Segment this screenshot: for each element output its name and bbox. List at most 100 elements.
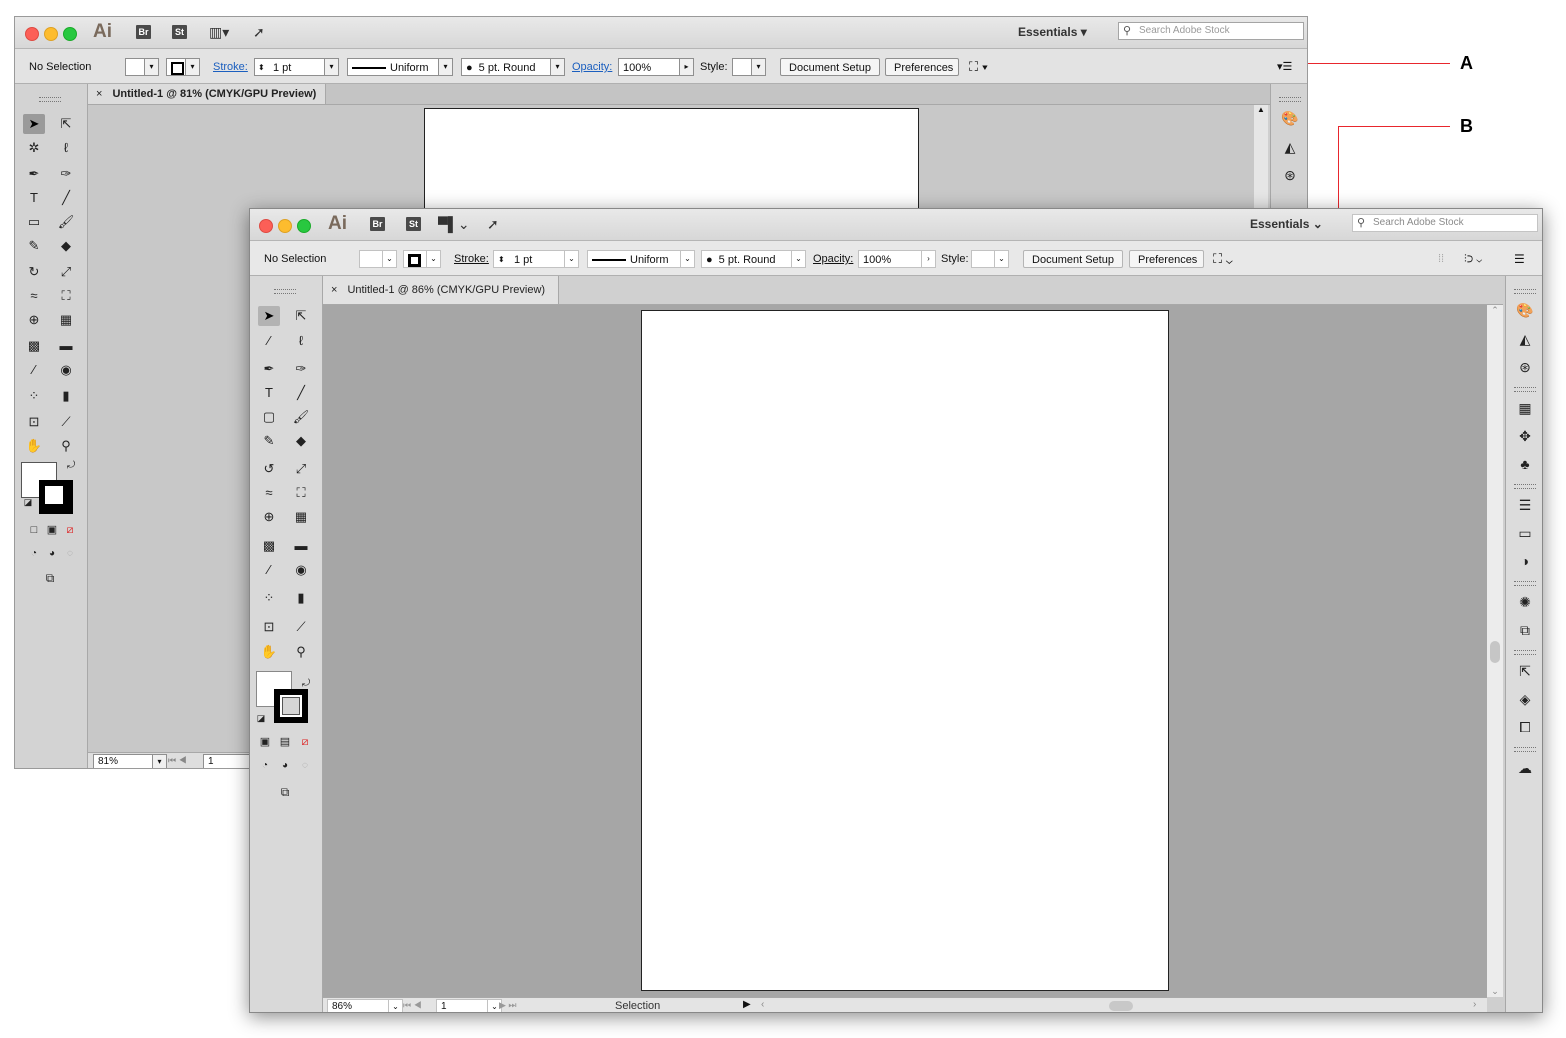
draw-inside-icon[interactable]: ◌ — [59, 544, 81, 564]
eraser-tool-icon[interactable]: ◆ — [290, 431, 312, 451]
blend-tool-icon[interactable]: ◉ — [290, 560, 312, 580]
gpu-performance-icon[interactable]: ➚ — [487, 216, 499, 233]
panel-menu-icon[interactable]: ☰ — [1514, 250, 1525, 268]
stroke-panel-icon[interactable]: ☰ — [1514, 494, 1536, 516]
fill-swatch[interactable]: ⌄ — [359, 250, 397, 268]
width-tool-icon[interactable]: ≈ — [23, 286, 45, 306]
bridge-button[interactable]: Br — [136, 25, 151, 39]
rotate-tool-icon[interactable]: ↺ — [258, 459, 280, 479]
opacity-panel-link[interactable]: Opacity: — [813, 250, 853, 268]
close-tab-icon[interactable]: × — [331, 284, 337, 296]
vertical-scrollbar[interactable]: ▲ — [1254, 105, 1268, 215]
graphic-styles-panel-icon[interactable]: ⧉ — [1514, 619, 1536, 641]
dock-grip-3[interactable] — [1514, 484, 1536, 489]
default-fill-stroke-icon[interactable]: ◪ — [250, 708, 272, 728]
shaper-tool-icon[interactable]: ✎ — [23, 236, 45, 256]
none-mode-icon[interactable]: ⧄ — [59, 520, 81, 540]
mesh-tool-icon[interactable]: ▩ — [23, 336, 45, 356]
brush-definition[interactable]: ● 5 pt. Round ⌄ — [701, 250, 806, 268]
shape-builder-tool-icon[interactable]: ⊕ — [23, 310, 45, 330]
rectangle-tool-icon[interactable]: ▭ — [23, 212, 45, 232]
artboard-tool-icon[interactable]: ⊡ — [23, 412, 45, 432]
gpu-performance-icon[interactable]: ➚ — [253, 24, 265, 41]
rectangle-tool-icon[interactable]: ▢ — [258, 407, 280, 427]
symbols-panel-icon[interactable]: ♣ — [1514, 453, 1536, 475]
graph-tool-icon[interactable]: ▮ — [55, 386, 77, 406]
transparency-panel-icon[interactable]: ◑ — [1514, 550, 1536, 572]
swap-fill-stroke-icon[interactable]: ⤾ — [60, 456, 82, 476]
scroll-right-icon[interactable]: › — [1473, 999, 1476, 1010]
artboard-tool-icon[interactable]: ⊡ — [258, 617, 280, 637]
minimize-window-button[interactable] — [44, 27, 58, 41]
swatches-panel-icon[interactable]: ▦ — [1514, 397, 1536, 419]
type-tool-icon[interactable]: T — [23, 188, 45, 208]
variable-width-profile[interactable]: Uniform ▾ — [347, 58, 453, 76]
document-setup-button[interactable]: Document Setup — [1023, 250, 1123, 268]
scroll-up-icon[interactable]: ▲ — [1254, 105, 1268, 114]
pen-tool-icon[interactable]: ✒ — [258, 359, 280, 379]
artboard-number-field[interactable]: 1 — [203, 754, 253, 768]
graphic-style-picker[interactable]: ⌄ — [971, 250, 1009, 268]
stepper-icon[interactable]: ⬍ — [258, 59, 265, 77]
paintbrush-tool-icon[interactable]: 🖌 — [290, 407, 312, 427]
canvas-area[interactable] — [323, 305, 1487, 997]
curvature-tool-icon[interactable]: ✑ — [55, 164, 77, 184]
draw-normal-icon[interactable]: ◔ — [254, 756, 276, 776]
mesh-tool-icon[interactable]: ▩ — [258, 536, 280, 556]
rotate-tool-icon[interactable]: ↻ — [23, 262, 45, 282]
draw-inside-icon[interactable]: ◌ — [294, 756, 316, 776]
magic-wand-tool-icon[interactable]: ✲ — [23, 138, 45, 158]
selection-tool-icon[interactable]: ➤ — [258, 306, 280, 326]
zoom-tool-icon[interactable]: ⚲ — [290, 642, 312, 662]
stroke-swatch[interactable]: ⌄ — [403, 250, 441, 268]
stock-search-input[interactable]: ⚲ Search Adobe Stock — [1352, 214, 1538, 232]
color-guide-icon[interactable]: ◭ — [1279, 136, 1301, 158]
horizontal-scroll-thumb[interactable] — [1109, 1001, 1133, 1011]
width-tool-icon[interactable]: ≈ — [258, 483, 280, 503]
dock-grip-4[interactable] — [1514, 581, 1536, 586]
free-transform-tool-icon[interactable]: ⛶ — [290, 483, 312, 503]
gradient-panel-icon[interactable]: ▭ — [1514, 522, 1536, 544]
transform-icon[interactable]: ⫶⊃ ⌄ — [1464, 250, 1482, 268]
brushes-panel-icon[interactable]: ✥ — [1514, 425, 1536, 447]
scroll-down-icon[interactable]: ⌄ — [1487, 986, 1503, 997]
color-mode-icon[interactable]: ▣ — [254, 732, 276, 752]
preferences-button[interactable]: Preferences — [885, 58, 959, 76]
magic-wand-tool-icon[interactable]: ⁄ — [258, 331, 280, 351]
slice-tool-icon[interactable]: ⟋ — [290, 617, 312, 637]
selection-tool-icon[interactable]: ➤ — [23, 114, 45, 134]
scroll-left-icon[interactable]: ‹ — [761, 999, 764, 1010]
zoom-window-button[interactable] — [63, 27, 77, 41]
status-menu-icon[interactable]: ▶ — [743, 999, 751, 1010]
color-panel-icon[interactable]: 🎨 — [1514, 299, 1536, 321]
workspace-switcher[interactable]: Essentials ⌄ — [1250, 217, 1323, 231]
change-screen-mode-icon[interactable]: ⧉ — [274, 782, 296, 802]
stroke-swatch[interactable]: ▾ — [166, 58, 200, 76]
none-mode-icon[interactable]: ⧄ — [294, 732, 316, 752]
pen-tool-icon[interactable]: ✒ — [23, 164, 45, 184]
stock-search-input[interactable]: ⚲ Search Adobe Stock — [1118, 22, 1304, 40]
symbol-sprayer-tool-icon[interactable]: ⁘ — [258, 588, 280, 608]
default-fill-stroke-icon[interactable]: ◪ — [17, 492, 39, 512]
gradient-mode-icon[interactable]: ▤ — [274, 732, 296, 752]
bridge-button[interactable]: Br — [370, 217, 385, 231]
last-page-icon[interactable]: ▶ ⏭ — [499, 1000, 517, 1011]
eraser-tool-icon[interactable]: ◆ — [55, 236, 77, 256]
graphic-style-picker[interactable]: ▾ — [732, 58, 766, 76]
cc-libraries-icon[interactable]: ⊛ — [1279, 164, 1301, 186]
close-window-button[interactable] — [259, 219, 273, 233]
paintbrush-tool-icon[interactable]: 🖌 — [55, 212, 77, 232]
first-page-icon[interactable]: ⏮ ◀ — [168, 755, 187, 766]
selection-options-icon[interactable]: ⛶ ⌄ — [1213, 250, 1233, 268]
lasso-tool-icon[interactable]: ℓ — [290, 331, 312, 351]
stepper-icon[interactable]: ⬍ — [498, 251, 505, 269]
curvature-tool-icon[interactable]: ✑ — [290, 359, 312, 379]
draw-behind-icon[interactable]: ◕ — [274, 756, 296, 776]
minimize-window-button[interactable] — [278, 219, 292, 233]
panel-grip[interactable] — [39, 97, 61, 102]
dock-grip[interactable] — [1279, 97, 1301, 102]
eyedropper-tool-icon[interactable]: ⁄ — [258, 560, 280, 580]
align-icon[interactable]: ⁞⁞ — [1438, 250, 1444, 268]
document-tab[interactable]: × Untitled-1 @ 86% (CMYK/GPU Preview) — [323, 276, 559, 304]
line-tool-icon[interactable]: ╱ — [290, 383, 312, 403]
